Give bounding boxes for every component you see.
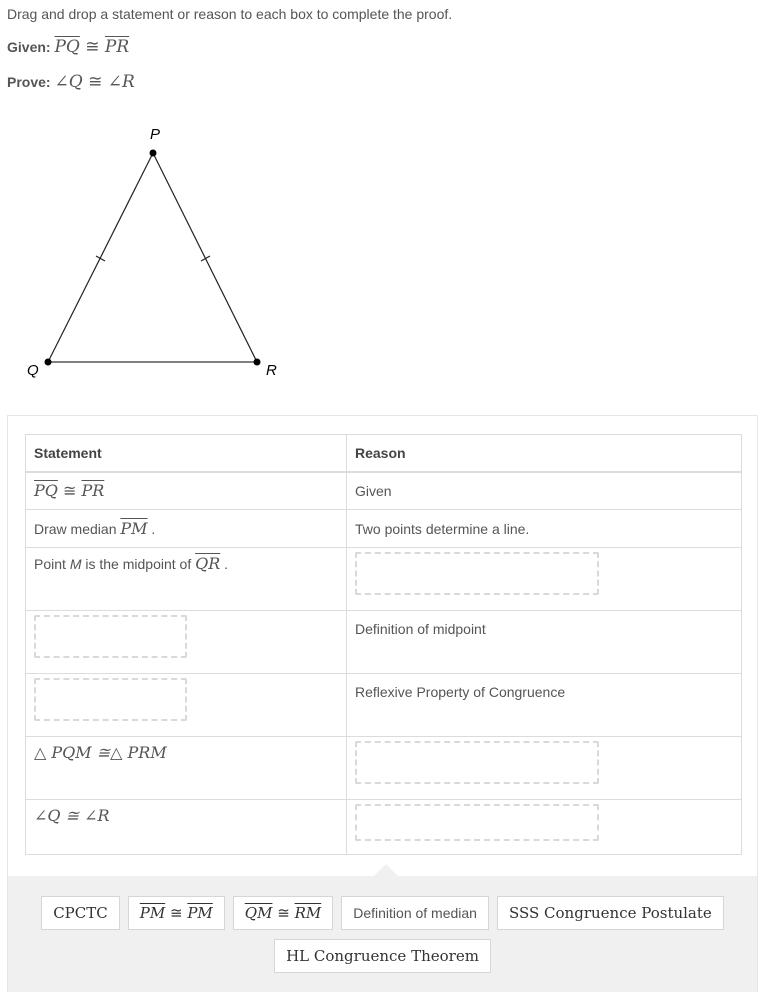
proof-panel: Statement Reason PQ ≅ PR Given Draw medi…: [7, 415, 758, 992]
tile-pm-congruent-pm[interactable]: PM ≅ PM: [127, 896, 225, 930]
statement-cell: [25, 610, 347, 674]
header-statement: Statement: [25, 434, 347, 473]
statement-cell: Point M is the midpoint of QR .: [25, 547, 347, 611]
statement-cell: [25, 673, 347, 737]
segment-pq-text: PQ: [34, 481, 58, 501]
segment-pr-text: PR: [81, 481, 105, 501]
statement-suffix: .: [220, 556, 229, 572]
variable-m: M: [69, 556, 82, 572]
proof-row-7: ∠Q ≅ ∠R: [25, 799, 742, 855]
reason-dropzone-6[interactable]: [355, 741, 599, 784]
tile-qm-congruent-rm[interactable]: QM ≅ RM: [232, 896, 334, 930]
label-r: R: [266, 362, 277, 379]
segment-pm-text: PM: [120, 519, 148, 538]
given-symbol: ≅: [85, 37, 100, 57]
reason-cell: [346, 547, 742, 611]
tile-definition-of-median[interactable]: Definition of median: [341, 896, 489, 930]
statement-dropzone-4[interactable]: [34, 615, 187, 658]
tile-segment-b: RM: [294, 904, 322, 922]
proof-row-5: Reflexive Property of Congruence: [25, 673, 742, 737]
vertex-r: [253, 358, 261, 366]
reason-cell: [346, 736, 742, 800]
proof-row-3: Point M is the midpoint of QR .: [25, 547, 742, 611]
statement-text-middle: is the midpoint of: [81, 556, 196, 572]
label-q: Q: [27, 362, 39, 379]
reason-cell: Definition of midpoint: [346, 610, 742, 674]
instructions: Drag and drop a statement or reason to e…: [7, 6, 453, 22]
prove-left: ∠Q: [54, 72, 83, 92]
vertex-q: [44, 358, 52, 366]
tile-segment-b: PM: [187, 904, 213, 922]
statement-cell: PQ ≅ PR: [25, 471, 347, 510]
statement-cell: Draw median PM .: [25, 509, 347, 548]
bank-pointer: [374, 864, 398, 876]
reason-cell: Reflexive Property of Congruence: [346, 673, 742, 737]
answer-bank: CPCTC PM ≅ PM QM ≅ RM Definition of medi…: [8, 864, 757, 992]
tick-mark-pr: [200, 255, 211, 262]
answer-tiles: CPCTC PM ≅ PM QM ≅ RM Definition of medi…: [8, 896, 757, 982]
prove-right: ∠R: [107, 72, 135, 92]
tile-cpctc[interactable]: CPCTC: [41, 896, 120, 930]
given-label: Given:: [7, 39, 51, 55]
tile-hl-congruence-theorem[interactable]: HL Congruence Theorem: [274, 939, 491, 973]
given-right: PR: [104, 37, 130, 57]
vertex-p: [149, 149, 157, 157]
proof-table: Statement Reason PQ ≅ PR Given Draw medi…: [25, 434, 742, 855]
proof-row-2: Draw median PM . Two points determine a …: [25, 509, 742, 548]
statement-suffix: .: [147, 521, 156, 537]
segment-qr-text: QR: [195, 554, 221, 573]
proof-row-6: △ PQM ≅△ PRM: [25, 736, 742, 800]
given-left: PQ: [54, 37, 80, 57]
header-reason: Reason: [346, 434, 742, 473]
tile-segment-a: QM: [244, 904, 273, 922]
statement-text: Draw median: [34, 521, 121, 537]
congruent-symbol: ≅: [62, 481, 77, 501]
triangle-congruence-statement: △ PQM ≅△ PRM: [34, 743, 167, 762]
triangle-figure: P Q R: [27, 126, 277, 379]
statement-text: Point: [34, 556, 70, 572]
reason-dropzone-3[interactable]: [355, 552, 599, 595]
prove-symbol: ≅: [88, 72, 103, 92]
prove-label: Prove:: [7, 74, 51, 90]
prove-statement: Prove: ∠Q ≅ ∠R: [7, 72, 135, 92]
segment-pq: [47, 152, 154, 363]
proof-row-4: Definition of midpoint: [25, 610, 742, 674]
statement-cell: △ PQM ≅△ PRM: [25, 736, 347, 800]
segment-pr: [152, 152, 258, 363]
statement-dropzone-5[interactable]: [34, 678, 187, 721]
label-p: P: [150, 126, 160, 143]
congruent-symbol: ≅: [169, 904, 183, 922]
reason-cell: Given: [346, 471, 742, 510]
reason-cell: [346, 799, 742, 855]
angle-congruence-statement: ∠Q ≅ ∠R: [34, 806, 110, 825]
proof-row-1: PQ ≅ PR Given: [25, 471, 742, 510]
reason-cell: Two points determine a line.: [346, 509, 742, 548]
congruent-symbol: ≅: [277, 904, 290, 922]
reason-dropzone-7[interactable]: [355, 804, 599, 841]
statement-cell: ∠Q ≅ ∠R: [25, 799, 347, 855]
tile-segment-a: PM: [139, 904, 166, 922]
tile-sss-congruence-postulate[interactable]: SSS Congruence Postulate: [496, 896, 724, 930]
given-statement: Given: PQ ≅ PR: [7, 37, 129, 57]
